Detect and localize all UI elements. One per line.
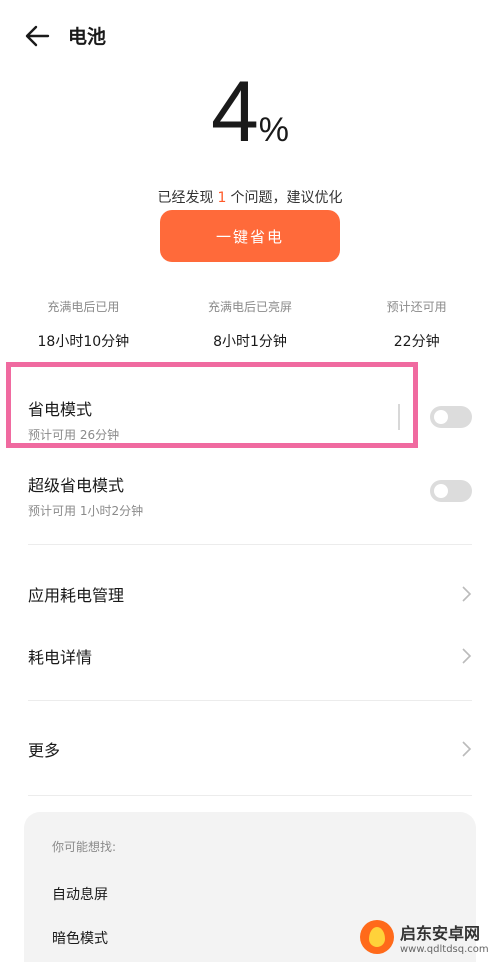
menu-item-label: 应用耗电管理: [28, 586, 125, 605]
chevron-right-icon: [462, 586, 472, 602]
stat-value: 18小时10分钟: [37, 334, 130, 350]
battery-percent-value: 4: [210, 64, 259, 160]
divider: [28, 700, 472, 701]
one-tap-optimize-button[interactable]: 一键省电: [160, 210, 340, 262]
issue-suffix: 个问题，建议优化: [230, 190, 343, 206]
stat-value: 8小时1分钟: [213, 334, 287, 350]
battery-level: 4%: [0, 62, 500, 162]
chevron-right-icon: [462, 741, 472, 757]
stat-used-since-charge: 充满电后已用 18小时10分钟: [0, 298, 167, 351]
watermark: 启东安卓网 www.qdltdsq.com: [360, 912, 500, 962]
divider: [28, 795, 472, 796]
suggestion-auto-screen-off[interactable]: 自动息屏: [52, 884, 108, 904]
watermark-url: www.qdltdsq.com: [400, 943, 489, 955]
super-power-saving-mode-subtitle: 预计可用 1小时2分钟: [28, 504, 144, 518]
menu-item-label: 更多: [28, 741, 61, 760]
menu-item-power-details[interactable]: 耗电详情: [28, 644, 472, 668]
stat-label: 预计还可用: [386, 300, 447, 314]
issue-count: 1: [217, 190, 227, 206]
suggestions-heading: 你可能想找:: [52, 840, 117, 854]
stat-estimated-remaining: 预计还可用 22分钟: [333, 298, 500, 351]
super-power-saving-mode-row[interactable]: 超级省电模式 预计可用 1小时2分钟: [28, 472, 472, 519]
stat-label: 充满电后已亮屏: [208, 300, 293, 314]
menu-item-app-power-management[interactable]: 应用耗电管理: [28, 582, 472, 606]
issue-prefix: 已经发现: [157, 190, 214, 206]
back-arrow-icon[interactable]: [24, 24, 50, 48]
watermark-logo-icon: [360, 920, 394, 954]
divider: [28, 544, 472, 545]
page-title: 电池: [68, 26, 107, 48]
super-power-saving-mode-title: 超级省电模式: [28, 476, 125, 495]
suggestion-dark-mode[interactable]: 暗色模式: [52, 928, 108, 948]
battery-stats: 充满电后已用 18小时10分钟 充满电后已亮屏 8小时1分钟 预计还可用 22分…: [0, 298, 500, 351]
power-saving-mode-toggle[interactable]: [430, 406, 472, 428]
issue-notice: 已经发现 1 个问题，建议优化: [0, 187, 500, 207]
highlight-box: [6, 362, 418, 448]
super-power-saving-mode-toggle[interactable]: [430, 480, 472, 502]
battery-percent-unit: %: [258, 111, 290, 149]
stat-label: 充满电后已用: [47, 300, 120, 314]
stat-screen-on-since-charge: 充满电后已亮屏 8小时1分钟: [167, 298, 334, 351]
stat-value: 22分钟: [393, 334, 440, 350]
menu-item-label: 耗电详情: [28, 648, 93, 667]
menu-item-more[interactable]: 更多: [28, 737, 472, 761]
watermark-name: 启东安卓网: [400, 923, 481, 943]
chevron-right-icon: [462, 648, 472, 664]
